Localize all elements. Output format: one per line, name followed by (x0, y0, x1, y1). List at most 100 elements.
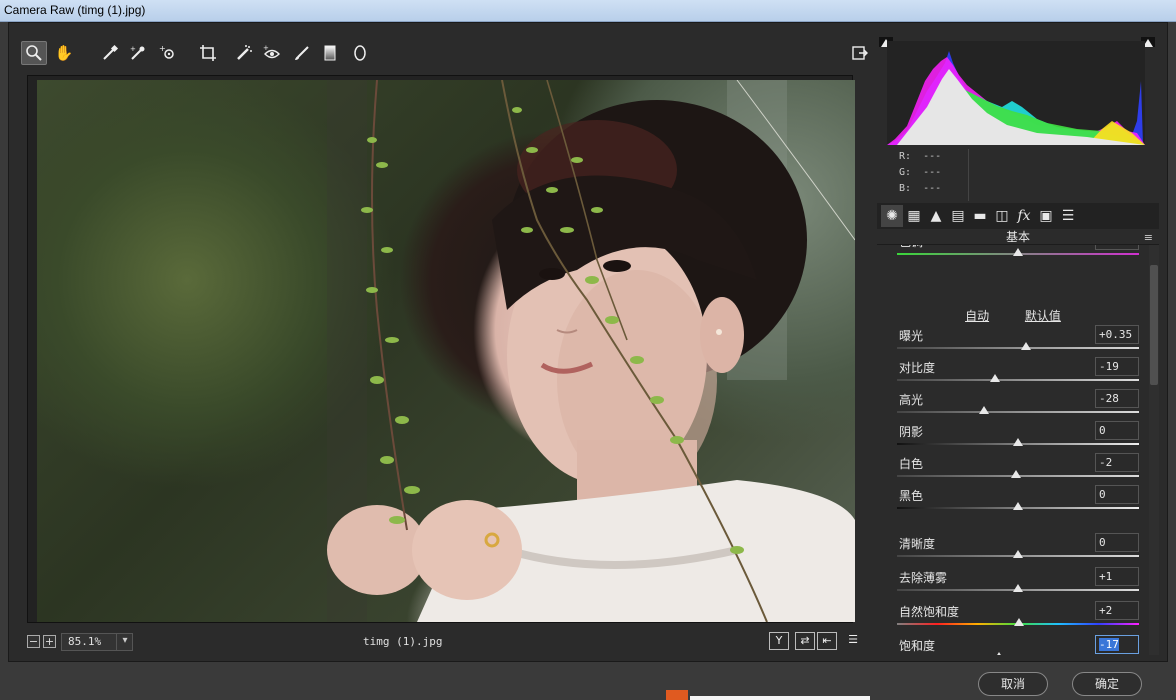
g-value: --- (923, 167, 942, 178)
slider-value-text: 0 (1099, 488, 1106, 501)
slider-value-text: +2 (1099, 604, 1113, 617)
slider-value-input[interactable]: +2 (1095, 601, 1139, 620)
tab-presets-icon[interactable]: ☰ (1057, 205, 1079, 227)
slider-thumb[interactable] (1013, 248, 1023, 256)
spot-removal-tool-icon[interactable] (231, 41, 257, 65)
slider-thumb[interactable] (1013, 584, 1023, 592)
white-balance-tool-icon[interactable] (97, 41, 123, 65)
slider-label: 曝光 (899, 329, 924, 343)
svg-text:+: + (263, 44, 269, 52)
red-eye-tool-icon[interactable]: + (259, 41, 285, 65)
slider-thumb[interactable] (1014, 618, 1024, 626)
swap-before-after-icon[interactable]: ⇄ (795, 632, 815, 650)
slider-row: 自然饱和度 +2 (891, 601, 1139, 633)
crop-tool-icon[interactable] (195, 41, 221, 65)
cancel-button[interactable]: 取消 (978, 672, 1048, 696)
slider-label: 黑色 (899, 489, 924, 503)
svg-text:+: + (130, 45, 136, 53)
tab-basic-icon[interactable]: ✺ (881, 205, 903, 227)
chevron-down-icon[interactable]: ▾ (116, 633, 133, 651)
slider-track[interactable] (897, 379, 1139, 381)
slider-value-input[interactable]: -2 (1095, 453, 1139, 472)
hand-tool-icon[interactable]: ✋ (51, 41, 77, 65)
scrollbar-thumb[interactable] (1150, 265, 1158, 385)
slider-value-input[interactable]: +1 (1095, 567, 1139, 586)
tab-detail-icon[interactable]: ▲ (925, 205, 947, 227)
slider-value-text: +0.35 (1099, 328, 1133, 341)
tab-tone-curve-icon[interactable]: ▦ (903, 205, 925, 227)
slider-value-input[interactable]: +0.35 (1095, 325, 1139, 344)
camera-raw-window: ✋ + + + − + 85.1% ▾ timg (1).jpg Y ⇄ ⇤ ☰… (8, 22, 1168, 662)
window-title: Camera Raw (timg (1).jpg) (0, 0, 1176, 22)
slider-row: 高光 -28 (891, 389, 1139, 421)
slider-thumb[interactable] (994, 652, 1004, 655)
slider-row: 黑色 0 (891, 485, 1139, 517)
tab-effects-icon[interactable]: fx (1013, 205, 1035, 227)
status-bar: − + 85.1% ▾ timg (1).jpg Y ⇄ ⇤ ☰ (17, 629, 875, 657)
auto-default-row: 自动 默认值 (877, 307, 1149, 324)
view-settings-icon[interactable]: ☰ (843, 632, 863, 650)
b-label: B: (899, 183, 912, 194)
slider-value-input[interactable]: -19 (1095, 357, 1139, 376)
slider-thumb[interactable] (1013, 550, 1023, 558)
slider-label: 去除薄雾 (899, 571, 948, 585)
tab-hsl-icon[interactable]: ▤ (947, 205, 969, 227)
histogram-panel (877, 35, 1159, 145)
taskbar-app-icon (666, 690, 688, 700)
ok-button[interactable]: 确定 (1072, 672, 1142, 696)
zoom-out-button[interactable]: − (27, 635, 40, 648)
slider-value-text: 0 (1099, 536, 1106, 549)
slider-row: 阴影 0 (891, 421, 1139, 453)
radial-filter-tool-icon[interactable] (347, 41, 373, 65)
targeted-adjustment-tool-icon[interactable]: + (155, 41, 181, 65)
slider-value-text: -19 (1099, 360, 1119, 373)
slider-thumb[interactable] (979, 406, 989, 414)
r-value: --- (923, 151, 942, 162)
slider-value-input[interactable]: 0 (1095, 421, 1139, 440)
slider-thumb[interactable] (1013, 502, 1023, 510)
adjustment-panel-tabs: ✺ ▦ ▲ ▤ ▬ ◫ fx ▣ ☰ (877, 203, 1159, 229)
tab-camera-calibration-icon[interactable]: ▣ (1035, 205, 1057, 227)
slider-value-text: 0 (1099, 424, 1106, 437)
slider-row: 去除薄雾 +1 (891, 567, 1139, 599)
slider-thumb[interactable] (1013, 438, 1023, 446)
slider-row: 对比度 -19 (891, 357, 1139, 389)
slider-track[interactable] (897, 347, 1139, 349)
default-link[interactable]: 默认值 (1025, 309, 1061, 323)
tab-lens-corrections-icon[interactable]: ◫ (991, 205, 1013, 227)
before-after-view-icon[interactable]: Y (769, 632, 789, 650)
r-label: R: (899, 151, 912, 162)
slider-thumb[interactable] (1011, 470, 1021, 478)
slider-value-input[interactable]: -17 (1095, 635, 1139, 654)
slider-label: 阴影 (899, 425, 924, 439)
histogram-graph (887, 41, 1145, 145)
graduated-filter-tool-icon[interactable] (317, 41, 343, 65)
slider-track[interactable] (897, 411, 1139, 413)
panel-title-text: 基本 (1005, 230, 1030, 244)
auto-link[interactable]: 自动 (965, 309, 989, 323)
slider-value-input[interactable]: 0 (1095, 485, 1139, 504)
slider-value-text: +1 (1099, 570, 1113, 583)
rgb-readout: R: --- G: --- B: --- (889, 149, 969, 201)
zoom-in-button[interactable]: + (43, 635, 56, 648)
zoom-tool-icon[interactable] (21, 41, 47, 65)
file-name: timg (1).jpg (363, 635, 443, 648)
adjustment-brush-tool-icon[interactable] (289, 41, 315, 65)
slider-thumb[interactable] (1021, 342, 1031, 350)
tab-split-toning-icon[interactable]: ▬ (969, 205, 991, 227)
color-sampler-tool-icon[interactable]: + (125, 41, 151, 65)
slider-value-text: -2 (1099, 456, 1113, 469)
image-canvas[interactable] (27, 75, 855, 623)
taskbar-fragment (690, 696, 870, 700)
open-preferences-icon[interactable] (847, 41, 873, 65)
slider-row: 清晰度 0 (891, 533, 1139, 565)
slider-value-text: -17 (1099, 638, 1119, 651)
slider-value-input[interactable]: -28 (1095, 389, 1139, 408)
copy-settings-icon[interactable]: ⇤ (817, 632, 837, 650)
slider-thumb[interactable] (990, 374, 1000, 382)
panel-scrollbar[interactable] (1149, 245, 1159, 655)
slider-label: 白色 (899, 457, 924, 471)
panel-menu-icon[interactable]: ≡ (1144, 230, 1153, 246)
slider-value-input[interactable]: 0 (1095, 533, 1139, 552)
slider-value-input[interactable]: 0 (1095, 245, 1139, 250)
